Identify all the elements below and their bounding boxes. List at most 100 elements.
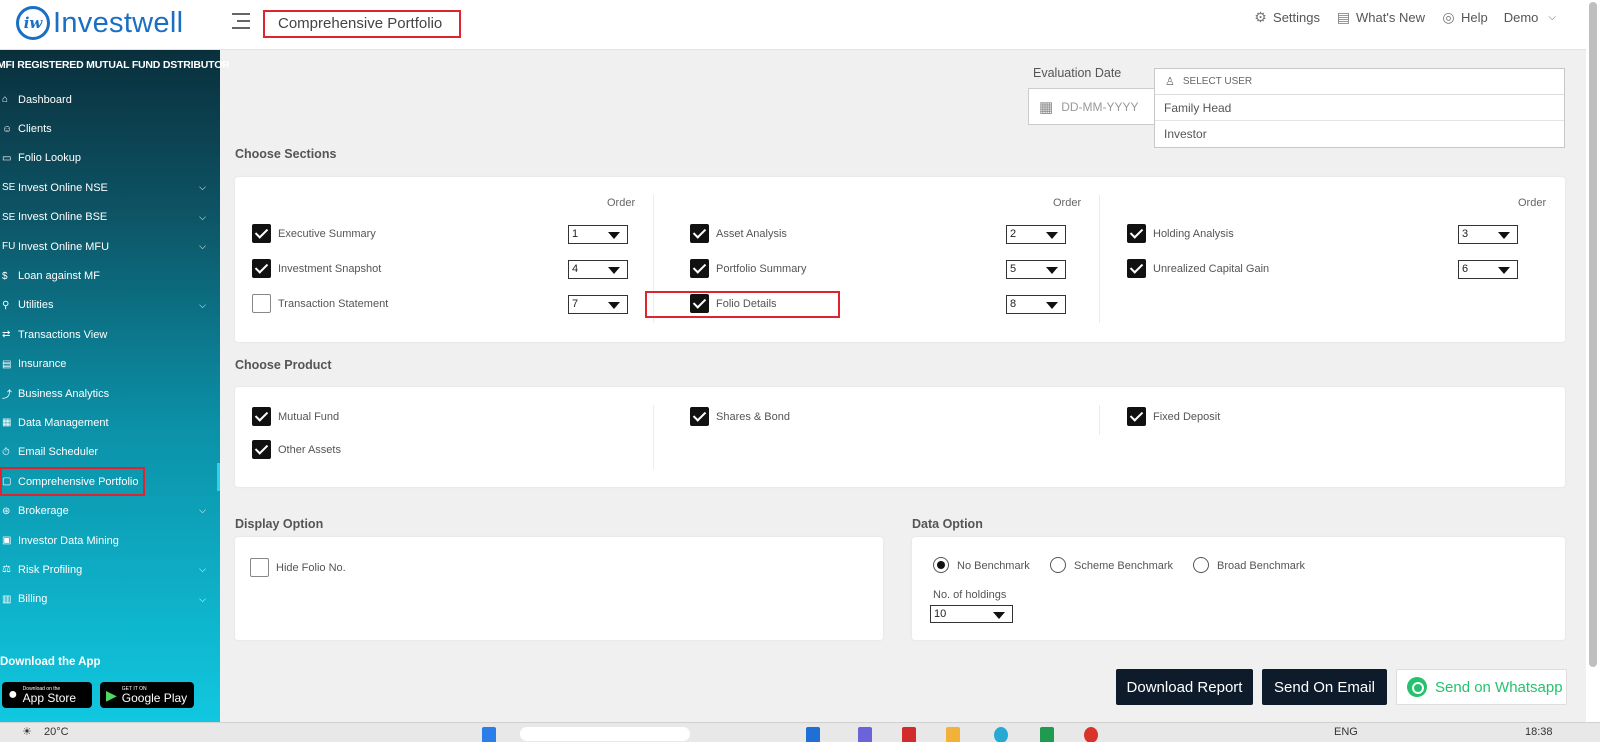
loan-icon: $ (2, 270, 8, 282)
sidebar-item-brokerage[interactable]: ⊛ Brokerage ⌵ (0, 496, 220, 525)
order-select-portfolio-summary[interactable]: 5 (1006, 260, 1066, 279)
data-icon: ▦ (2, 417, 12, 429)
checkbox-asset-analysis[interactable] (690, 224, 709, 243)
sidebar-item-label: Dashboard (18, 93, 72, 106)
choose-sections-label: Choose Sections (235, 147, 337, 161)
order-select-unrealized-capital-gain[interactable]: 6 (1458, 260, 1518, 279)
taskbar-app-icon[interactable] (902, 727, 916, 742)
sidebar-item-clients[interactable]: ☺ Clients (0, 114, 220, 143)
sidebar-item-risk-profiling[interactable]: ⚖ Risk Profiling ⌵ (0, 555, 220, 584)
folio-icon: ▭ (2, 152, 12, 164)
whats-new-link[interactable]: ▤ What's New (1336, 10, 1425, 26)
order-select-asset-analysis[interactable]: 2 (1006, 225, 1066, 244)
app-store-label: App Store (22, 690, 77, 705)
windows-start-icon[interactable] (482, 727, 496, 742)
bse-icon: SE (2, 211, 16, 223)
checkbox-portfolio-summary[interactable] (690, 259, 709, 278)
sidebar-item-invest-mfu[interactable]: FU Invest Online MFU ⌵ (0, 232, 220, 261)
send-whatsapp-button[interactable]: Send on Whatsapp (1396, 669, 1567, 705)
order-select-executive-summary[interactable]: 1 (568, 225, 628, 244)
download-report-button[interactable]: Download Report (1116, 669, 1253, 705)
sidebar-item-invest-bse[interactable]: SE Invest Online BSE ⌵ (0, 203, 220, 232)
help-link[interactable]: ◎ Help (1441, 9, 1488, 26)
scrollbar[interactable] (1586, 0, 1600, 722)
user-option-family-head[interactable]: Family Head (1155, 95, 1564, 121)
order-select-holding-analysis[interactable]: 3 (1458, 225, 1518, 244)
user-option-investor[interactable]: Investor (1155, 121, 1564, 147)
checkbox-investment-snapshot[interactable] (252, 259, 271, 278)
products-panel: Mutual Fund Shares & Bond Fixed Deposit … (235, 387, 1565, 487)
taskbar-app-icon[interactable] (806, 727, 820, 742)
checkbox-mutual-fund[interactable] (252, 407, 271, 426)
label-investment-snapshot: Investment Snapshot (278, 263, 382, 275)
settings-link[interactable]: ⚙ Settings (1253, 10, 1320, 26)
checkbox-shares-bond[interactable] (690, 407, 709, 426)
taskbar-search[interactable] (520, 727, 690, 741)
folder-icon[interactable] (946, 727, 960, 742)
order-select-folio-details[interactable]: 8 (1006, 295, 1066, 314)
clock[interactable]: 18:38 (1525, 726, 1553, 738)
app-store-button[interactable]: ● Download on the App Store (2, 682, 92, 708)
label-shares-bond: Shares & Bond (716, 411, 790, 423)
sidebar-item-folio-lookup[interactable]: ▭ Folio Lookup (0, 144, 220, 173)
holdings-label: No. of holdings (933, 589, 1007, 601)
sidebar-item-comprehensive-portfolio[interactable]: ▢ Comprehensive Portfolio (0, 467, 145, 497)
logo-text: Investwell (53, 6, 184, 39)
sidebar-title: MFI REGISTERED MUTUAL FUND DSTRIBUTOR (0, 59, 230, 71)
language-indicator[interactable]: ENG (1334, 726, 1358, 738)
sidebar-item-label: Brokerage (18, 505, 69, 518)
select-user-dropdown[interactable]: ♙ SELECT USER Family Head Investor (1154, 68, 1565, 148)
sidebar-item-invest-nse[interactable]: SE Invest Online NSE ⌵ (0, 173, 220, 202)
help-icon: ◎ (1442, 9, 1455, 25)
sidebar-item-loan-against-mf[interactable]: $ Loan against MF (0, 261, 220, 290)
order-select-investment-snapshot[interactable]: 4 (568, 260, 628, 279)
google-play-button[interactable]: ▶ GET IT ON Google Play (100, 682, 194, 708)
sidebar-item-investor-data-mining[interactable]: ▣ Investor Data Mining (0, 526, 220, 555)
portfolio-icon: ▢ (2, 476, 12, 488)
radio-broad-benchmark[interactable] (1193, 557, 1209, 573)
scrollbar-thumb[interactable] (1589, 2, 1597, 667)
checkbox-transaction-statement[interactable] (252, 294, 271, 313)
checkbox-folio-details[interactable] (690, 294, 709, 313)
taskbar-app-icon[interactable] (1040, 727, 1054, 742)
evaluation-date-input[interactable]: ▦ DD-MM-YYYY (1028, 88, 1158, 125)
sidebar-item-email-scheduler[interactable]: ⏱ Email Scheduler (0, 438, 220, 467)
radio-scheme-benchmark[interactable] (1050, 557, 1066, 573)
sidebar-item-transactions-view[interactable]: ⇄ Transactions View (0, 320, 220, 349)
billing-icon: ▥ (2, 593, 12, 605)
holdings-select[interactable]: 10 (930, 605, 1013, 623)
checkbox-unrealized-capital-gain[interactable] (1127, 259, 1146, 278)
browser-icon[interactable] (994, 727, 1008, 742)
checkbox-hide-folio[interactable] (250, 558, 269, 577)
sidebar-item-label: Invest Online NSE (18, 181, 108, 194)
label-broad-benchmark: Broad Benchmark (1217, 560, 1306, 572)
checkbox-other-assets[interactable] (252, 440, 271, 459)
taskbar-app-icon[interactable] (858, 727, 872, 742)
label-executive-summary: Executive Summary (278, 228, 376, 240)
top-header: iw Investwell Comprehensive Portfolio ⚙ … (0, 0, 1586, 50)
user-menu[interactable]: Demo ⌵ (1504, 10, 1556, 25)
sidebar-item-insurance[interactable]: ▤ Insurance (0, 350, 220, 379)
sidebar-item-dashboard[interactable]: ⌂ Dashboard (0, 85, 220, 114)
sidebar-item-business-analytics[interactable]: ⤴ Business Analytics (0, 379, 220, 408)
checkbox-executive-summary[interactable] (252, 224, 271, 243)
label-other-assets: Other Assets (278, 444, 341, 456)
select-user-header[interactable]: ♙ SELECT USER (1155, 69, 1564, 95)
sidebar-item-label: Clients (18, 123, 52, 136)
help-label: Help (1460, 10, 1488, 25)
order-select-transaction-statement[interactable]: 7 (568, 295, 628, 314)
chrome-icon[interactable] (1084, 727, 1098, 742)
label-unrealized-capital-gain: Unrealized Capital Gain (1153, 263, 1270, 275)
sidebar-item-utilities[interactable]: ⚲ Utilities ⌵ (0, 291, 220, 320)
sidebar-item-billing[interactable]: ▥ Billing ⌵ (0, 585, 220, 614)
checkbox-fixed-deposit[interactable] (1127, 407, 1146, 426)
menu-toggle-icon[interactable] (232, 13, 252, 35)
sidebar-item-data-management[interactable]: ▦ Data Management (0, 408, 220, 437)
investwell-logo[interactable]: iw Investwell (16, 6, 183, 40)
send-email-button[interactable]: Send On Email (1262, 669, 1387, 705)
os-taskbar: ☀ 20°C ENG 18:38 (0, 722, 1600, 742)
radio-no-benchmark[interactable] (933, 557, 949, 573)
home-icon: ⌂ (2, 94, 9, 106)
risk-icon: ⚖ (2, 564, 11, 576)
checkbox-holding-analysis[interactable] (1127, 224, 1146, 243)
